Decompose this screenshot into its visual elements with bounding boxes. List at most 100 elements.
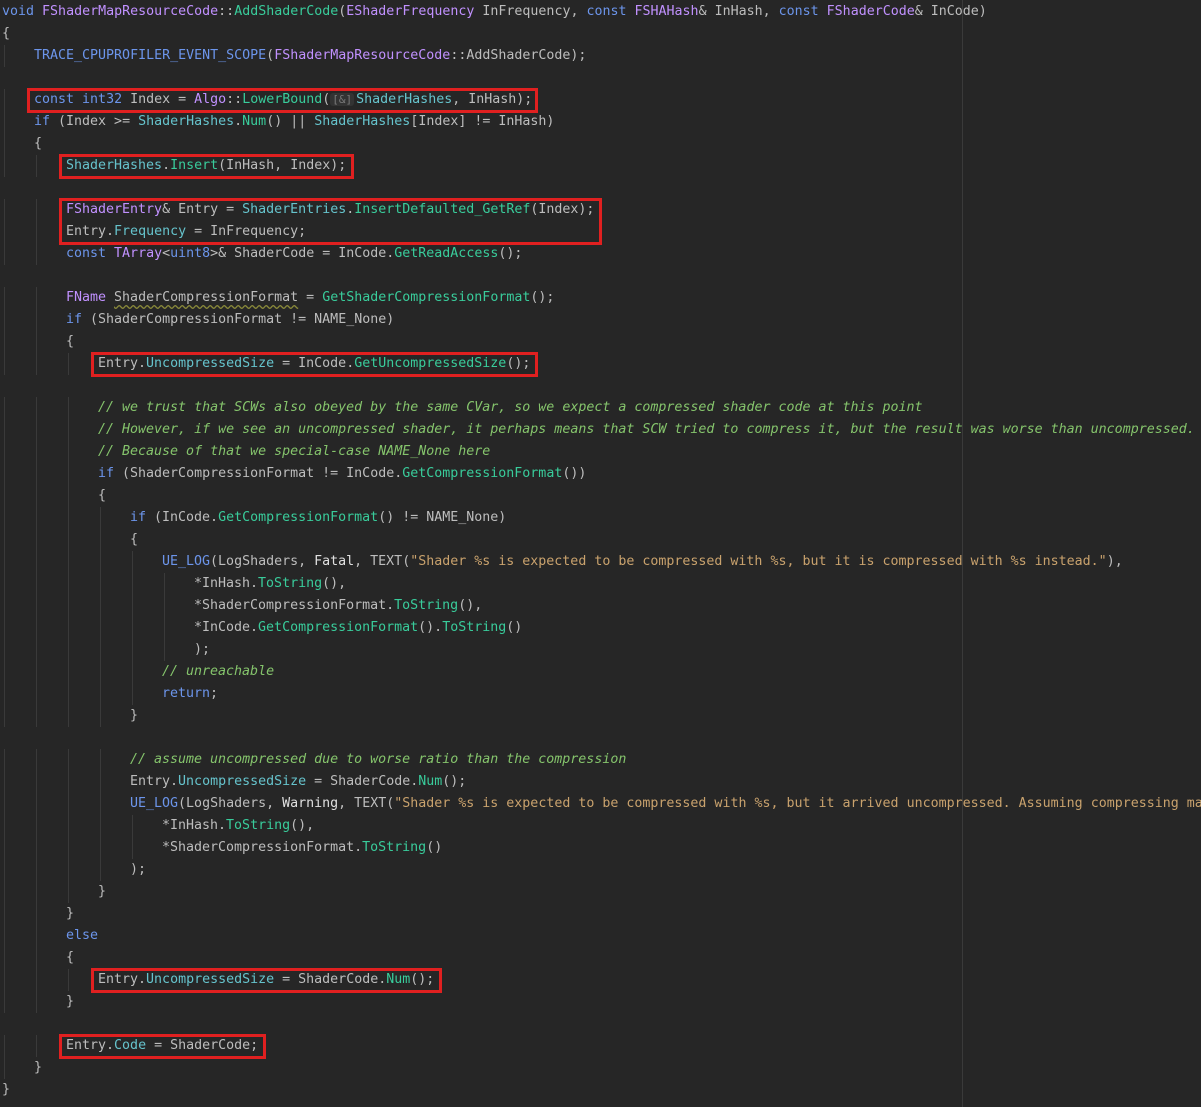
code-token: ().: [418, 620, 443, 635]
code-line[interactable]: }: [0, 705, 1201, 727]
code-token: }: [66, 906, 75, 921]
code-line[interactable]: if (InCode.GetCompressionFormat() != NAM…: [0, 507, 1201, 529]
code-line[interactable]: *InCode.GetCompressionFormat().ToString(…: [0, 617, 1201, 639]
code-token: UE_LOG: [162, 554, 211, 569]
code-token: (InCode.: [146, 510, 219, 525]
indent-guide: [36, 793, 37, 815]
code-token: if: [66, 312, 83, 327]
code-token: ();: [498, 246, 523, 261]
code-line[interactable]: if (Index >= ShaderHashes.Num() || Shade…: [0, 111, 1201, 133]
indent-guide: [36, 947, 37, 969]
code-token: GetCompressionFormat: [258, 620, 419, 635]
code-line[interactable]: Entry.UncompressedSize = ShaderCode.Num(…: [0, 771, 1201, 793]
code-line[interactable]: return;: [0, 683, 1201, 705]
indent-guide: [4, 837, 5, 859]
indent-guide: [4, 793, 5, 815]
code-token: // However, if we see an uncompressed sh…: [98, 422, 1195, 437]
indent-guide: [36, 925, 37, 947]
code-line[interactable]: *InHash.ToString(),: [0, 573, 1201, 595]
indent-guide: [36, 551, 37, 573]
code-line[interactable]: void FShaderMapResourceCode::AddShaderCo…: [0, 1, 1201, 23]
indent-guide: [4, 111, 5, 133]
code-line[interactable]: UE_LOG(LogShaders, Fatal, TEXT("Shader %…: [0, 551, 1201, 573]
code-line[interactable]: {: [0, 947, 1201, 969]
indent-guide: [68, 353, 69, 375]
code-line[interactable]: {: [0, 529, 1201, 551]
highlight-lowerbound-line: [27, 88, 539, 113]
code-line[interactable]: [0, 727, 1201, 749]
indent-guide: [36, 419, 37, 441]
code-line[interactable]: *ShaderCompressionFormat.ToString(): [0, 837, 1201, 859]
highlight-entry-code-line: [59, 1034, 267, 1059]
indent-guide: [4, 881, 5, 903]
code-line[interactable]: }: [0, 903, 1201, 925]
code-line[interactable]: // unreachable: [0, 661, 1201, 683]
code-line[interactable]: TRACE_CPUPROFILER_EVENT_SCOPE(FShaderMap…: [0, 45, 1201, 67]
code-line[interactable]: [0, 67, 1201, 89]
code-line[interactable]: *InHash.ToString(),: [0, 815, 1201, 837]
code-line[interactable]: if (ShaderCompressionFormat != NAME_None…: [0, 309, 1201, 331]
code-token: (): [426, 840, 443, 855]
code-line[interactable]: // assume uncompressed due to worse rati…: [0, 749, 1201, 771]
code-line[interactable]: }: [0, 991, 1201, 1013]
indent-guide: [100, 507, 101, 529]
indent-guide: [36, 969, 37, 991]
code-token: InFrequency: [482, 4, 571, 19]
code-line[interactable]: [0, 375, 1201, 397]
indent-guide: [68, 595, 69, 617]
code-line[interactable]: }: [0, 1057, 1201, 1079]
indent-guide: [100, 837, 101, 859]
indent-guide: [36, 705, 37, 727]
indent-guide: [68, 705, 69, 727]
indent-guide: [100, 529, 101, 551]
code-token: & InHash,: [698, 4, 779, 19]
indent-guide: [68, 771, 69, 793]
code-token: FSHAHash: [634, 4, 699, 19]
code-line[interactable]: [0, 177, 1201, 199]
indent-guide: [164, 573, 165, 595]
indent-guide: [68, 661, 69, 683]
code-line[interactable]: UE_LOG(LogShaders, Warning, TEXT("Shader…: [0, 793, 1201, 815]
code-line[interactable]: {: [0, 133, 1201, 155]
code-token: ShaderHashes: [314, 114, 411, 129]
indent-guide: [100, 815, 101, 837]
code-line[interactable]: );: [0, 859, 1201, 881]
code-token: }: [130, 708, 139, 723]
code-line[interactable]: [0, 1013, 1201, 1035]
code-line[interactable]: );: [0, 639, 1201, 661]
code-token: FShaderMapResourceCode: [274, 48, 451, 63]
code-line[interactable]: {: [0, 331, 1201, 353]
indent-guide: [4, 353, 5, 375]
indent-guide: [4, 705, 5, 727]
code-token: (),: [322, 576, 347, 591]
code-token: Num: [242, 114, 267, 129]
code-line[interactable]: else: [0, 925, 1201, 947]
code-token: UncompressedSize: [178, 774, 307, 789]
indent-guide: [4, 507, 5, 529]
indent-guide: [36, 837, 37, 859]
indent-guide: [68, 881, 69, 903]
indent-guide: [68, 793, 69, 815]
code-line[interactable]: if (ShaderCompressionFormat != InCode.Ge…: [0, 463, 1201, 485]
code-line[interactable]: FName ShaderCompressionFormat = GetShade…: [0, 287, 1201, 309]
code-line[interactable]: {: [0, 485, 1201, 507]
code-line[interactable]: }: [0, 881, 1201, 903]
code-line[interactable]: // However, if we see an uncompressed sh…: [0, 419, 1201, 441]
indent-guide: [132, 617, 133, 639]
code-editor[interactable]: void FShaderMapResourceCode::AddShaderCo…: [0, 0, 1201, 1107]
code-line[interactable]: {: [0, 23, 1201, 45]
code-line[interactable]: const TArray<uint8>& ShaderCode = InCode…: [0, 243, 1201, 265]
code-token: ShaderCompressionFormat: [114, 290, 299, 305]
indent-guide: [4, 925, 5, 947]
code-token: ();: [530, 290, 555, 305]
indent-guide: [100, 617, 101, 639]
code-line[interactable]: // Because of that we special-case NAME_…: [0, 441, 1201, 463]
code-line[interactable]: }: [0, 1079, 1201, 1101]
code-line[interactable]: *ShaderCompressionFormat.ToString(),: [0, 595, 1201, 617]
code-token: *InHash.: [194, 576, 259, 591]
code-line[interactable]: // we trust that SCWs also obeyed by the…: [0, 397, 1201, 419]
code-token: TArray: [114, 246, 163, 261]
code-token: ToString: [362, 840, 427, 855]
code-line[interactable]: [0, 265, 1201, 287]
indent-guide: [68, 859, 69, 881]
